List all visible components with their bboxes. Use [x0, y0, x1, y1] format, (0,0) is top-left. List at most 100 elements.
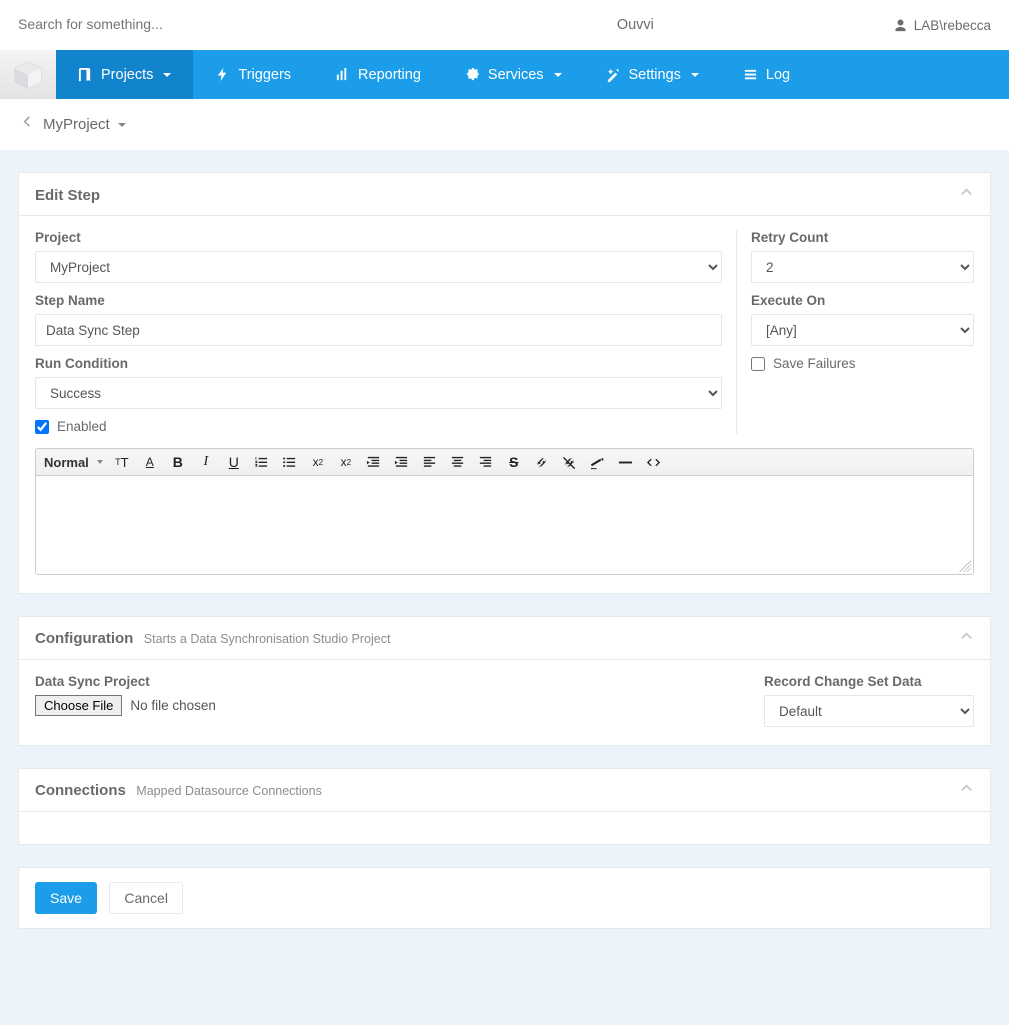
enabled-label: Enabled	[57, 419, 107, 434]
no-file-label: No file chosen	[130, 698, 216, 713]
data-sync-project-label: Data Sync Project	[35, 674, 744, 689]
collapse-toggle[interactable]	[959, 629, 974, 649]
nav-label: Settings	[629, 67, 681, 83]
unordered-list-icon[interactable]	[281, 453, 299, 471]
run-condition-select[interactable]: Success	[35, 377, 722, 409]
bolt-icon	[215, 67, 230, 82]
magic-icon	[606, 67, 621, 82]
retry-count-select[interactable]: 2	[751, 251, 974, 283]
cancel-button[interactable]: Cancel	[109, 882, 183, 914]
project-label: Project	[35, 230, 722, 245]
panel-subtitle: Mapped Datasource Connections	[136, 784, 322, 798]
enabled-checkbox[interactable]	[35, 420, 49, 434]
outdent-icon[interactable]	[365, 453, 383, 471]
record-change-select[interactable]: Default	[764, 695, 974, 727]
subscript-icon[interactable]: x2	[309, 453, 327, 471]
footer-actions: Save Cancel	[18, 867, 991, 929]
edit-step-panel: Edit Step Project MyProject Step Name	[18, 172, 991, 594]
collapse-toggle[interactable]	[959, 781, 974, 801]
chevron-up-icon	[959, 781, 974, 796]
style-selector-label: Normal	[44, 455, 89, 470]
retry-count-label: Retry Count	[751, 230, 974, 245]
topbar: Ouvvi LAB\rebecca	[0, 0, 1009, 50]
configuration-panel: Configuration Starts a Data Synchronisat…	[18, 616, 991, 746]
breadcrumb-project[interactable]: MyProject	[43, 116, 126, 133]
run-condition-label: Run Condition	[35, 356, 722, 371]
enabled-checkbox-wrap[interactable]: Enabled	[35, 419, 722, 434]
caret-down-icon	[118, 123, 126, 127]
panel-title: Connections	[35, 782, 126, 799]
collapse-toggle[interactable]	[959, 185, 974, 205]
navbar: Projects Triggers Reporting Services Set…	[0, 50, 1009, 99]
cogs-icon	[465, 67, 480, 82]
bold-icon[interactable]: B	[169, 453, 187, 471]
underline-icon[interactable]: U	[225, 453, 243, 471]
project-select[interactable]: MyProject	[35, 251, 722, 283]
link-icon[interactable]	[533, 453, 551, 471]
execute-on-select[interactable]: [Any]	[751, 314, 974, 346]
editor-toolbar: Normal TT A B I U x2 x2	[36, 449, 973, 476]
nav-label: Projects	[101, 67, 153, 83]
nav-label: Triggers	[238, 67, 291, 83]
unlink-icon[interactable]	[561, 453, 579, 471]
nav-item-log[interactable]: Log	[721, 50, 812, 99]
logo-icon	[13, 60, 43, 90]
save-failures-checkbox[interactable]	[751, 357, 765, 371]
align-left-icon[interactable]	[421, 453, 439, 471]
caret-down-icon	[97, 460, 103, 464]
chevron-up-icon	[959, 629, 974, 644]
save-failures-checkbox-wrap[interactable]: Save Failures	[751, 356, 974, 371]
panel-title: Edit Step	[35, 187, 100, 204]
rich-text-editor: Normal TT A B I U x2 x2	[35, 448, 974, 575]
save-failures-label: Save Failures	[773, 356, 856, 371]
italic-icon[interactable]: I	[197, 453, 215, 471]
superscript-icon[interactable]: x2	[337, 453, 355, 471]
step-name-label: Step Name	[35, 293, 722, 308]
brand-label: Ouvvi	[378, 17, 893, 33]
panel-subtitle: Starts a Data Synchronisation Studio Pro…	[144, 632, 391, 646]
search-wrap	[18, 16, 378, 34]
page-body: Edit Step Project MyProject Step Name	[0, 150, 1009, 1025]
chevron-left-icon[interactable]	[20, 114, 35, 134]
strikethrough-icon[interactable]: S	[505, 453, 523, 471]
caret-down-icon	[691, 73, 699, 77]
user-info[interactable]: LAB\rebecca	[893, 18, 991, 33]
font-color-icon[interactable]: A	[141, 453, 159, 471]
resize-handle[interactable]	[959, 560, 971, 572]
style-selector[interactable]: Normal	[44, 455, 103, 470]
nav-item-reporting[interactable]: Reporting	[313, 50, 443, 99]
search-input[interactable]	[18, 16, 378, 32]
nav-item-triggers[interactable]: Triggers	[193, 50, 313, 99]
step-name-input[interactable]	[35, 314, 722, 346]
chevron-up-icon	[959, 185, 974, 200]
font-size-icon[interactable]: TT	[113, 453, 131, 471]
align-center-icon[interactable]	[449, 453, 467, 471]
save-button[interactable]: Save	[35, 882, 97, 914]
panel-header: Configuration Starts a Data Synchronisat…	[19, 617, 990, 660]
nav-item-settings[interactable]: Settings	[584, 50, 721, 99]
connections-panel: Connections Mapped Datasource Connection…	[18, 768, 991, 845]
nav-item-services[interactable]: Services	[443, 50, 584, 99]
breadcrumb: MyProject	[0, 99, 1009, 150]
caret-down-icon	[554, 73, 562, 77]
user-icon	[893, 18, 908, 33]
indent-icon[interactable]	[393, 453, 411, 471]
user-label: LAB\rebecca	[914, 18, 991, 33]
nav-item-projects[interactable]: Projects	[56, 50, 193, 99]
panel-header: Connections Mapped Datasource Connection…	[19, 769, 990, 812]
list-icon	[743, 67, 758, 82]
record-change-label: Record Change Set Data	[764, 674, 974, 689]
editor-content[interactable]	[36, 476, 973, 574]
breadcrumb-project-label: MyProject	[43, 116, 110, 133]
ordered-list-icon[interactable]	[253, 453, 271, 471]
nav-label: Log	[766, 67, 790, 83]
horizontal-rule-icon[interactable]	[617, 453, 635, 471]
panel-header: Edit Step	[19, 173, 990, 216]
choose-file-button[interactable]: Choose File	[35, 695, 122, 716]
code-view-icon[interactable]	[645, 453, 663, 471]
panel-title: Configuration	[35, 630, 133, 647]
logo[interactable]	[0, 50, 56, 99]
execute-on-label: Execute On	[751, 293, 974, 308]
clear-format-icon[interactable]	[589, 453, 607, 471]
align-right-icon[interactable]	[477, 453, 495, 471]
